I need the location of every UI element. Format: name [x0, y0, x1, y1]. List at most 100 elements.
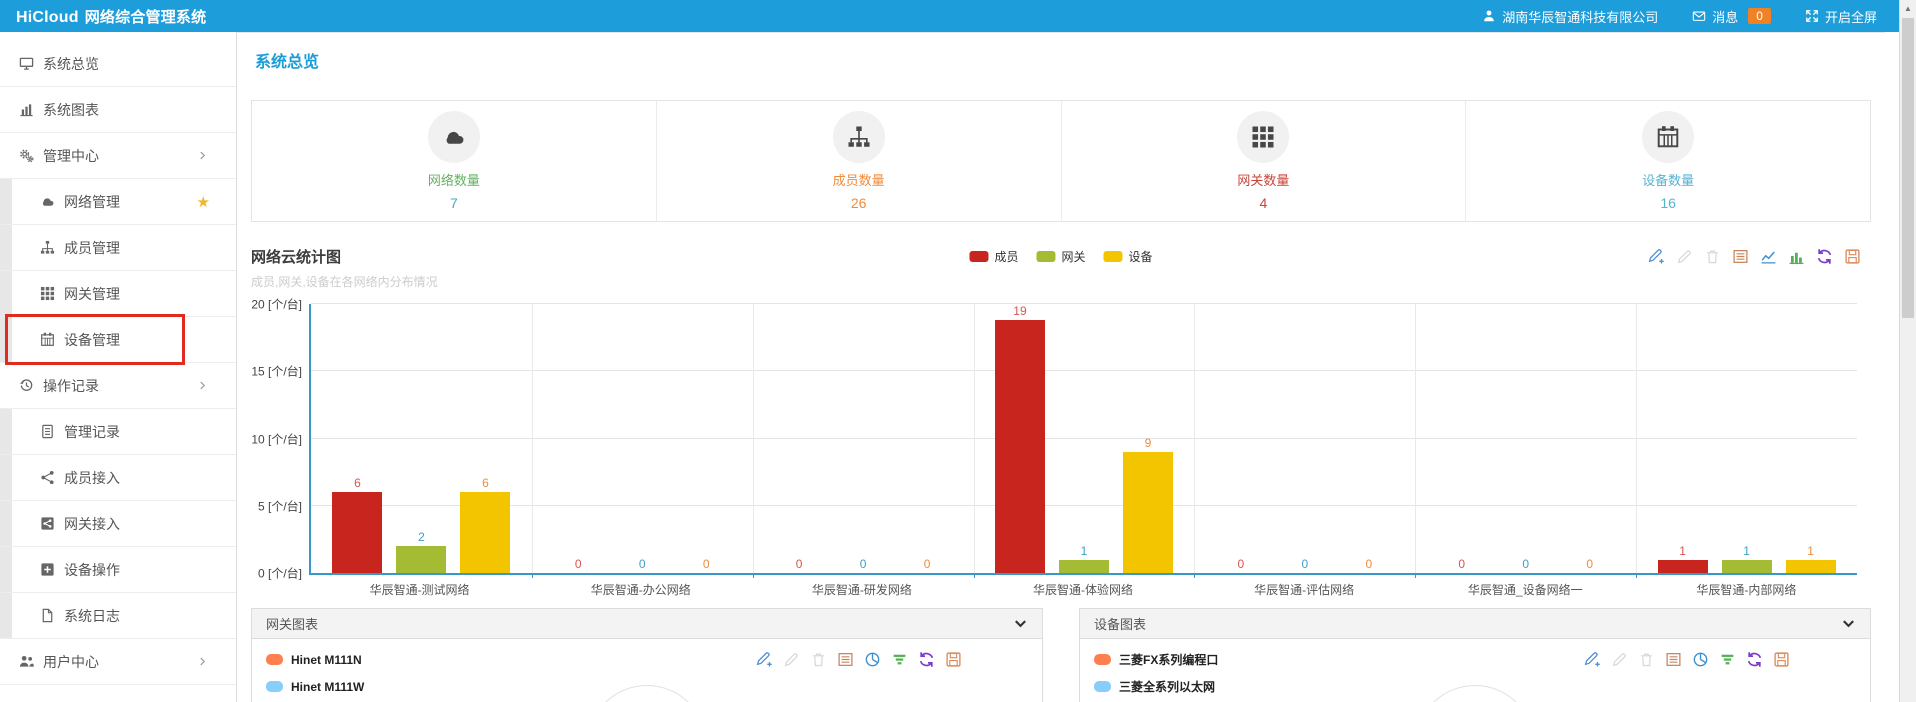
legend-item[interactable]: 网关: [1036, 248, 1085, 265]
pie-chart-icon[interactable]: [864, 651, 881, 668]
panel-header[interactable]: 设备图表: [1080, 609, 1870, 639]
legend-label: 成员: [994, 248, 1018, 265]
sidebar-item-system-logs[interactable]: 系统日志: [0, 593, 236, 639]
sidebar-item-management-center[interactable]: 管理中心: [0, 133, 236, 179]
edit-icon[interactable]: [1648, 248, 1665, 265]
clear-icon[interactable]: [1638, 651, 1655, 668]
refresh-icon[interactable]: [918, 651, 935, 668]
sidebar-item-system-overview[interactable]: 系统总览: [0, 41, 236, 87]
bar-wrap: 0: [1501, 304, 1551, 573]
axis-tick: [1415, 573, 1416, 578]
messages-button[interactable]: 消息 0: [1692, 7, 1771, 26]
bar-wrap: 0: [681, 304, 731, 573]
refresh-icon[interactable]: [1816, 248, 1833, 265]
bar-wrap: 1: [1059, 304, 1109, 573]
bar: [396, 546, 446, 573]
sidebar-item-operation-records[interactable]: 操作记录: [0, 363, 236, 409]
sidebar-item-label: 成员接入: [64, 468, 120, 488]
bar-chart-icon[interactable]: [1788, 248, 1805, 265]
funnel-icon[interactable]: [891, 651, 908, 668]
stat-value: 16: [1660, 195, 1676, 211]
sidebar-item-label: 成员管理: [64, 238, 120, 258]
main-column: HiCloud网络综合管理系统 湖南华辰智通科技有限公司 消息 0 开启全屏: [0, 0, 1899, 702]
chevron-down-icon[interactable]: [1841, 616, 1856, 631]
legend-label[interactable]: Hinet M111N: [291, 653, 362, 667]
category-label: 华辰智通-内部网络: [1636, 575, 1857, 598]
bar: [1786, 560, 1836, 573]
legend-label[interactable]: 三菱全系列以太网: [1119, 678, 1215, 695]
sidebar-item-label: 网络管理: [64, 192, 120, 212]
sidebar-item-user-center[interactable]: 用户中心: [0, 639, 236, 685]
legend-label[interactable]: Hinet M111W: [291, 680, 364, 694]
edit-disabled-icon[interactable]: [783, 651, 800, 668]
share-icon: [40, 470, 55, 485]
category-label: 华辰智通_设备网络一: [1415, 575, 1636, 598]
pie-chart-icon[interactable]: [1692, 651, 1709, 668]
sidebar-item-system-charts[interactable]: 系统图表: [0, 87, 236, 133]
bar-value-label: 19: [1013, 304, 1026, 318]
refresh-icon[interactable]: [1746, 651, 1763, 668]
edit-icon[interactable]: [756, 651, 773, 668]
users-icon: [19, 654, 34, 669]
company-name: 湖南华辰智通科技有限公司: [1502, 7, 1658, 26]
bar-wrap: 0: [838, 304, 888, 573]
edit-disabled-icon[interactable]: [1676, 248, 1693, 265]
sidebar-item-device-management[interactable]: 设备管理: [0, 317, 236, 363]
clear-icon[interactable]: [1704, 248, 1721, 265]
grid-icon: [1237, 111, 1289, 163]
grid-icon: [40, 286, 55, 301]
chart-header: 网络云统计图 成员,网关,设备在各网络内分布情况 成员网关设备: [251, 246, 1871, 290]
stat-label: 设备数量: [1642, 170, 1694, 189]
sidebar-item-gateway-management[interactable]: 网关管理: [0, 271, 236, 317]
data-view-icon[interactable]: [1665, 651, 1682, 668]
bar-group: 000: [532, 304, 753, 573]
category-label: 华辰智通-测试网络: [309, 575, 530, 598]
bar-value-label: 0: [1238, 557, 1245, 571]
fullscreen-button[interactable]: 开启全屏: [1805, 7, 1877, 26]
scrollbar-thumb[interactable]: [1902, 18, 1914, 318]
funnel-icon[interactable]: [1719, 651, 1736, 668]
sidebar-item-member-management[interactable]: 成员管理: [0, 225, 236, 271]
legend-item[interactable]: 设备: [1104, 248, 1153, 265]
company-menu[interactable]: 湖南华辰智通科技有限公司: [1482, 7, 1658, 26]
line-chart-icon[interactable]: [1760, 248, 1777, 265]
bottom-panels: 网关图表 Hinet M111N: [251, 608, 1871, 702]
chevron-down-icon[interactable]: [1013, 616, 1028, 631]
stat-item: 成员数量 26: [657, 101, 1062, 221]
page-scrollbar[interactable]: ▲: [1899, 0, 1916, 702]
stat-value: 7: [450, 195, 458, 211]
edit-icon[interactable]: [1584, 651, 1601, 668]
category-label: 华辰智通-评估网络: [1194, 575, 1415, 598]
save-image-icon[interactable]: [945, 651, 962, 668]
topbar-right: 湖南华辰智通科技有限公司 消息 0 开启全屏: [1482, 7, 1899, 26]
y-axis-tick-label: 15 [个/台]: [251, 363, 302, 380]
bar-value-label: 1: [1807, 544, 1814, 558]
panel-toolbox: [756, 651, 962, 668]
bar-wrap: 6: [460, 304, 510, 573]
top-bar: HiCloud网络综合管理系统 湖南华辰智通科技有限公司 消息 0 开启全屏: [0, 0, 1899, 32]
sidebar-item-network-management[interactable]: 网络管理 ★: [0, 179, 236, 225]
clear-icon[interactable]: [810, 651, 827, 668]
edit-disabled-icon[interactable]: [1611, 651, 1628, 668]
sidebar-item-gateway-access[interactable]: 网关接入: [0, 501, 236, 547]
sidebar-item-member-access[interactable]: 成员接入: [0, 455, 236, 501]
data-view-icon[interactable]: [837, 651, 854, 668]
panel-header[interactable]: 网关图表: [252, 609, 1042, 639]
save-image-icon[interactable]: [1844, 248, 1861, 265]
bar-group: 111: [1636, 304, 1857, 573]
cloud-icon: [428, 111, 480, 163]
scroll-up-arrow[interactable]: ▲: [1900, 0, 1916, 16]
y-axis-tick-label: 0 [个/台]: [258, 565, 302, 582]
sidebar-item-device-operations[interactable]: 设备操作: [0, 547, 236, 593]
legend-label[interactable]: 三菱FX系列编程口: [1119, 651, 1218, 668]
bar-value-label: 1: [1743, 544, 1750, 558]
data-view-icon[interactable]: [1732, 248, 1749, 265]
sitemap-icon: [833, 111, 885, 163]
save-image-icon[interactable]: [1773, 651, 1790, 668]
gateway-chart-panel: 网关图表 Hinet M111N: [251, 608, 1043, 702]
page: HiCloud网络综合管理系统 湖南华辰智通科技有限公司 消息 0 开启全屏: [0, 0, 1916, 702]
legend-item[interactable]: 成员: [969, 248, 1018, 265]
sidebar-item-management-records[interactable]: 管理记录: [0, 409, 236, 455]
chevron-right-icon: [197, 656, 208, 667]
chevron-right-icon: [197, 380, 208, 391]
